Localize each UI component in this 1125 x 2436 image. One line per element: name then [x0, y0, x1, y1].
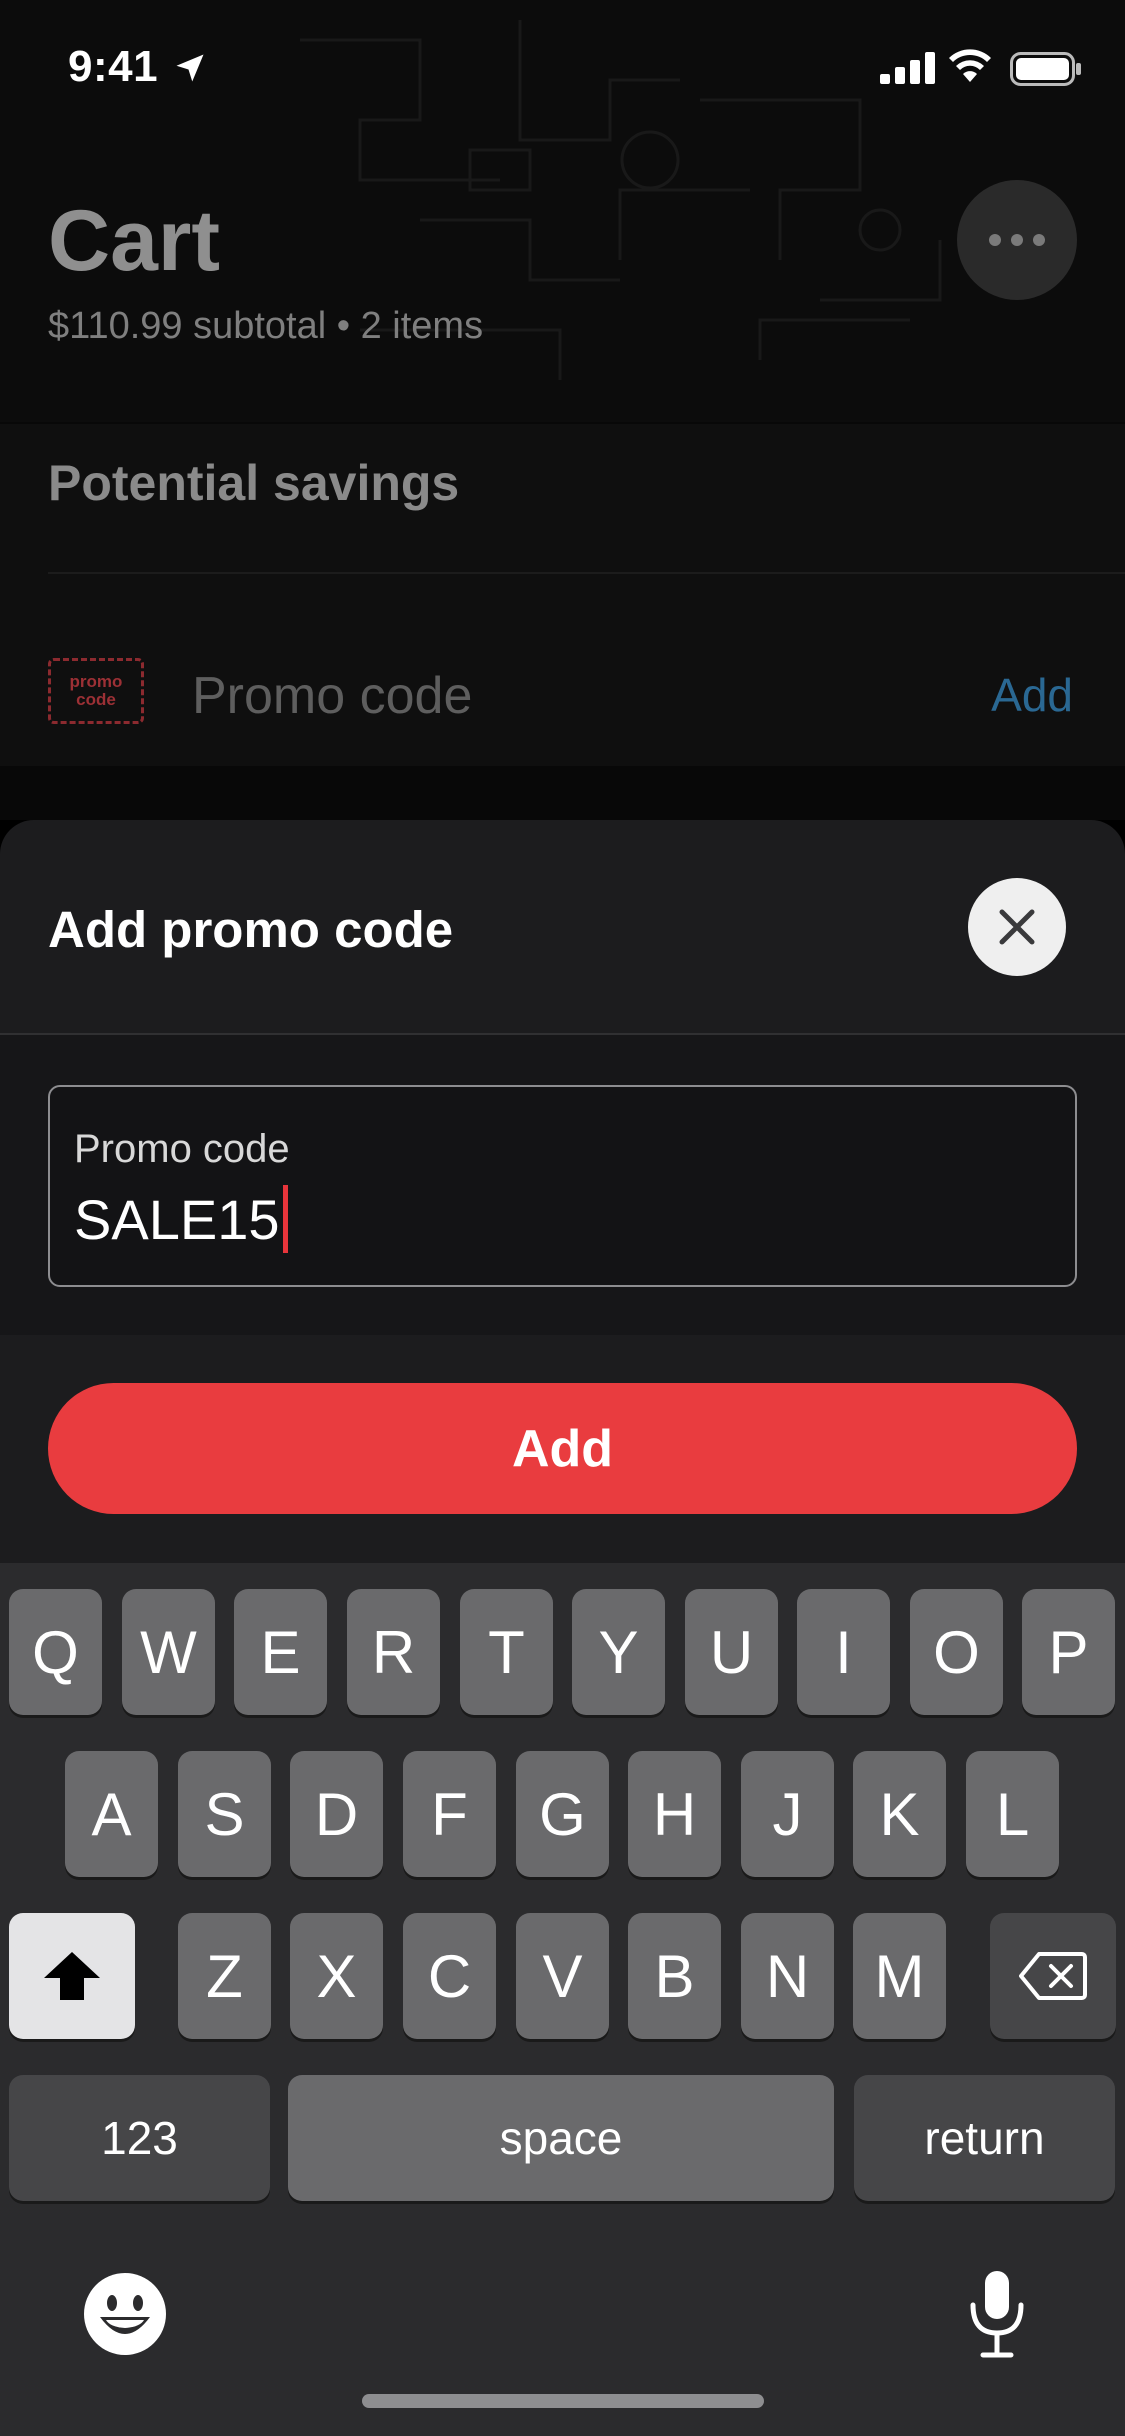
- sheet-title: Add promo code: [48, 901, 454, 958]
- promo-code-label: Promo code: [192, 667, 473, 725]
- close-button[interactable]: [968, 878, 1066, 976]
- key-k[interactable]: K: [853, 1751, 946, 1877]
- cart-screen: 9:41 Cart $110.99 subtotal • 2 items Pot…: [0, 0, 1125, 820]
- backspace-key[interactable]: [990, 1913, 1116, 2039]
- potential-savings-section: Potential savings promo code Promo code …: [0, 424, 1125, 766]
- key-t[interactable]: T: [460, 1589, 553, 1715]
- key-g[interactable]: G: [516, 1751, 609, 1877]
- key-q[interactable]: Q: [9, 1589, 102, 1715]
- key-p[interactable]: P: [1022, 1589, 1115, 1715]
- battery-icon: [1010, 52, 1081, 86]
- promo-code-icon: promo code: [48, 658, 144, 724]
- ellipsis-icon: [1011, 234, 1023, 246]
- input-label: Promo code: [74, 1127, 290, 1171]
- key-j[interactable]: J: [741, 1751, 834, 1877]
- promo-code-row[interactable]: promo code Promo code Add: [0, 574, 1125, 764]
- key-a[interactable]: A: [65, 1751, 158, 1877]
- key-l[interactable]: L: [966, 1751, 1059, 1877]
- backspace-icon: [1019, 1952, 1087, 2000]
- close-icon: [999, 909, 1035, 945]
- key-d[interactable]: D: [290, 1751, 383, 1877]
- keyboard: Q W E R T Y U I O P A S D F G H J K L Z …: [0, 1563, 1125, 2436]
- microphone-icon[interactable]: [965, 2269, 1029, 2359]
- key-c[interactable]: C: [403, 1913, 496, 2039]
- page-title: Cart: [48, 193, 221, 289]
- key-n[interactable]: N: [741, 1913, 834, 2039]
- status-bar: 9:41: [0, 0, 1125, 140]
- wifi-icon: [949, 49, 991, 82]
- location-arrow-icon: [176, 54, 204, 82]
- key-o[interactable]: O: [910, 1589, 1003, 1715]
- key-x[interactable]: X: [290, 1913, 383, 2039]
- add-button[interactable]: Add: [48, 1383, 1077, 1514]
- numbers-key[interactable]: 123: [9, 2075, 270, 2201]
- key-b[interactable]: B: [628, 1913, 721, 2039]
- key-i[interactable]: I: [797, 1589, 890, 1715]
- ellipsis-icon: [989, 234, 1001, 246]
- shift-key[interactable]: [9, 1913, 135, 2039]
- shift-icon: [44, 1952, 100, 2000]
- key-e[interactable]: E: [234, 1589, 327, 1715]
- cart-subtitle: $110.99 subtotal • 2 items: [48, 305, 484, 347]
- key-h[interactable]: H: [628, 1751, 721, 1877]
- cellular-signal-icon: [880, 52, 935, 84]
- key-y[interactable]: Y: [572, 1589, 665, 1715]
- key-v[interactable]: V: [516, 1913, 609, 2039]
- input-value: SALE15: [74, 1187, 280, 1251]
- input-value-wrap[interactable]: SALE15: [74, 1185, 288, 1253]
- key-u[interactable]: U: [685, 1589, 778, 1715]
- more-options-button[interactable]: [957, 180, 1077, 300]
- return-key[interactable]: return: [854, 2075, 1115, 2201]
- key-z[interactable]: Z: [178, 1913, 271, 2039]
- emoji-icon[interactable]: [82, 2271, 168, 2357]
- add-promo-link[interactable]: Add: [991, 668, 1073, 722]
- key-s[interactable]: S: [178, 1751, 271, 1877]
- promo-field-area: Promo code SALE15: [0, 1035, 1125, 1335]
- key-w[interactable]: W: [122, 1589, 215, 1715]
- key-f[interactable]: F: [403, 1751, 496, 1877]
- section-title: Potential savings: [48, 455, 460, 511]
- ellipsis-icon: [1033, 234, 1045, 246]
- promo-code-input[interactable]: Promo code SALE15: [48, 1085, 1077, 1287]
- key-r[interactable]: R: [347, 1589, 440, 1715]
- key-m[interactable]: M: [853, 1913, 946, 2039]
- home-indicator: [362, 2394, 764, 2408]
- space-key[interactable]: space: [288, 2075, 834, 2201]
- text-caret: [282, 1185, 288, 1253]
- status-time: 9:41: [68, 42, 159, 91]
